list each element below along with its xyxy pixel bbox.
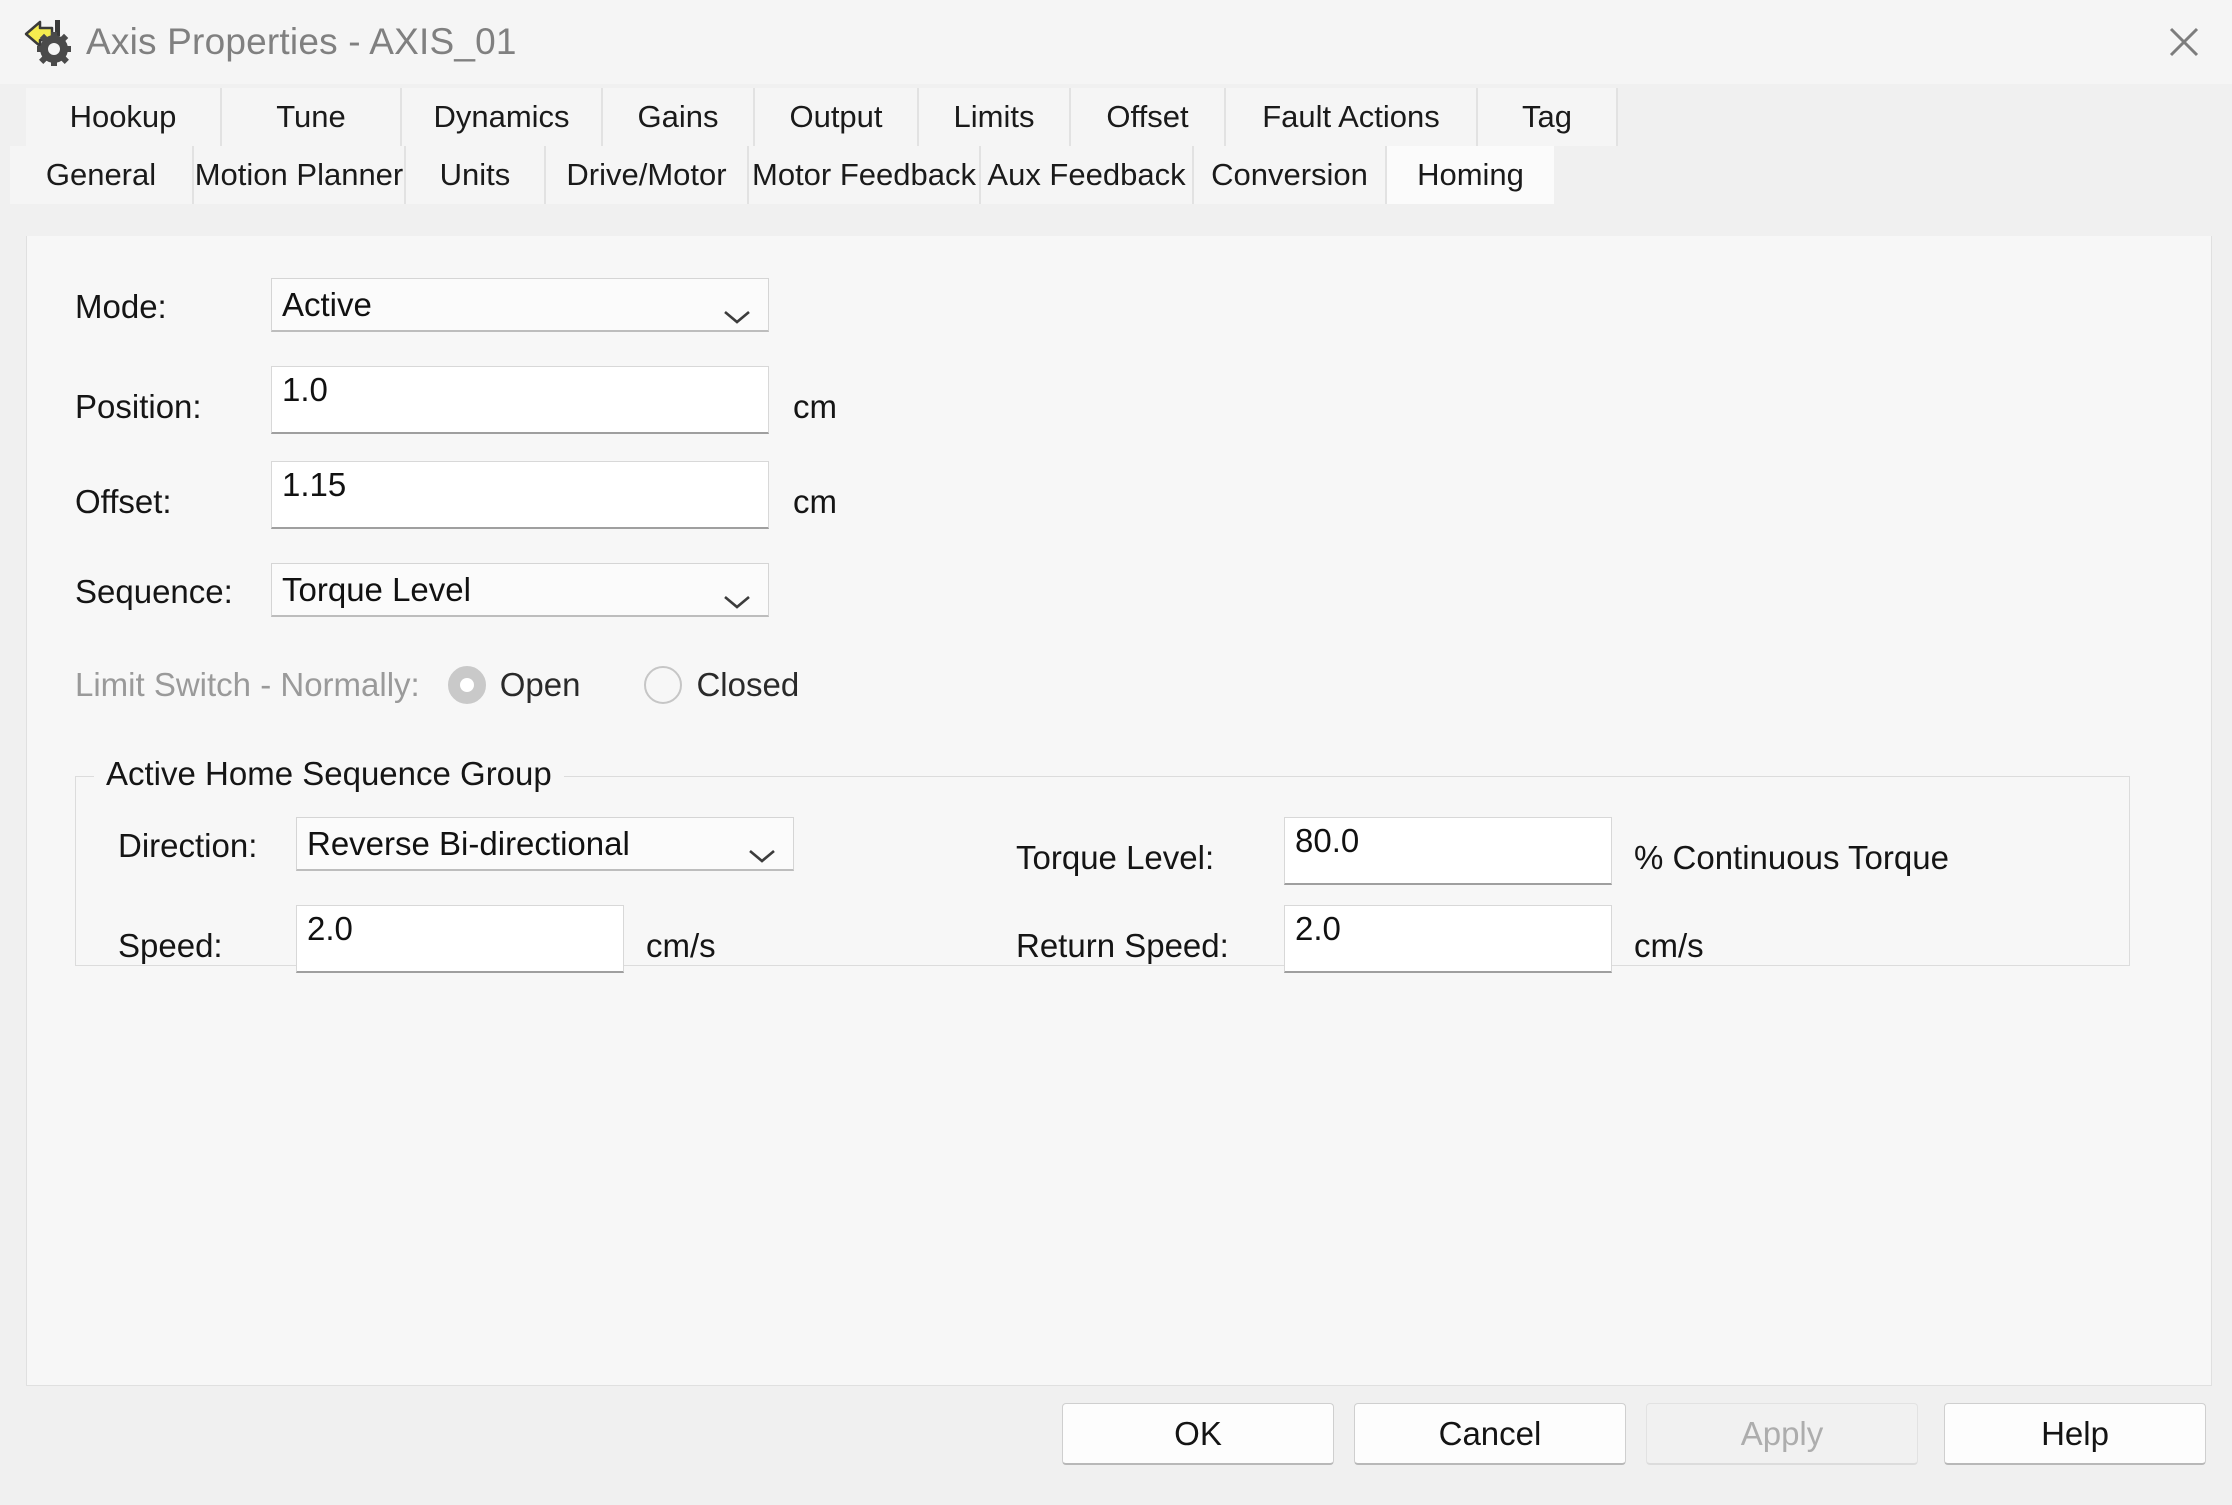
title-bar: Axis Properties - AXIS_01 bbox=[0, 0, 2232, 84]
ok-button[interactable]: OK bbox=[1062, 1403, 1334, 1465]
axis-gear-icon bbox=[22, 16, 74, 68]
radio-open-indicator[interactable] bbox=[447, 666, 486, 704]
torque-level-row: Torque Level: 80.0 % Continuous Torque bbox=[1016, 817, 1949, 885]
chevron-down-icon bbox=[722, 581, 752, 609]
return-speed-label: Return Speed: bbox=[1016, 927, 1229, 964]
speed-input[interactable]: 2.0 bbox=[296, 905, 624, 973]
sequence-value: Torque Level bbox=[282, 570, 471, 608]
cancel-button[interactable]: Cancel bbox=[1354, 1403, 1626, 1465]
chevron-down-icon bbox=[722, 296, 752, 324]
direction-value: Reverse Bi-directional bbox=[307, 824, 630, 862]
tab-output[interactable]: Output bbox=[755, 88, 919, 146]
position-unit: cm bbox=[793, 388, 837, 425]
torque-level-unit: % Continuous Torque bbox=[1634, 839, 1949, 876]
radio-closed[interactable]: Closed bbox=[644, 666, 799, 704]
tab-gains[interactable]: Gains bbox=[603, 88, 755, 146]
sequence-row: Sequence: Torque Level bbox=[75, 563, 769, 617]
radio-open-label: Open bbox=[499, 666, 581, 703]
tab-offset[interactable]: Offset bbox=[1071, 88, 1226, 146]
offset-input[interactable]: 1.15 bbox=[271, 461, 769, 529]
offset-row: Offset: 1.15 cm bbox=[75, 461, 837, 529]
tab-general[interactable]: General bbox=[10, 146, 194, 204]
direction-select[interactable]: Reverse Bi-directional bbox=[296, 817, 794, 871]
apply-button: Apply bbox=[1646, 1403, 1918, 1465]
tab-conversion[interactable]: Conversion bbox=[1194, 146, 1387, 204]
position-label: Position: bbox=[75, 388, 202, 425]
return-speed-input[interactable]: 2.0 bbox=[1284, 905, 1612, 973]
tab-units[interactable]: Units bbox=[406, 146, 546, 204]
tab-aux-feedback[interactable]: Aux Feedback bbox=[981, 146, 1194, 204]
tab-row-2: General Motion Planner Units Drive/Motor… bbox=[0, 146, 2232, 204]
active-home-sequence-group: Active Home Sequence Group Direction: Re… bbox=[75, 755, 2130, 973]
limit-switch-label: Limit Switch - Normally: bbox=[75, 666, 420, 703]
dialog-footer: OK Cancel Apply Help bbox=[0, 1386, 2232, 1505]
tab-dynamics[interactable]: Dynamics bbox=[402, 88, 603, 146]
position-input[interactable]: 1.0 bbox=[271, 366, 769, 434]
speed-unit: cm/s bbox=[646, 927, 716, 964]
tab-homing[interactable]: Homing bbox=[1387, 146, 1554, 204]
mode-label: Mode: bbox=[75, 288, 167, 325]
radio-closed-label: Closed bbox=[696, 666, 800, 703]
tab-limits[interactable]: Limits bbox=[919, 88, 1071, 146]
offset-label: Offset: bbox=[75, 483, 172, 520]
tab-fault-actions[interactable]: Fault Actions bbox=[1226, 88, 1478, 146]
sequence-select[interactable]: Torque Level bbox=[271, 563, 769, 617]
mode-value: Active bbox=[282, 285, 372, 323]
mode-row: Mode: Active bbox=[75, 278, 769, 332]
tab-drive-motor[interactable]: Drive/Motor bbox=[546, 146, 749, 204]
tab-tune[interactable]: Tune bbox=[222, 88, 402, 146]
radio-closed-indicator[interactable] bbox=[644, 666, 683, 704]
mode-select[interactable]: Active bbox=[271, 278, 769, 332]
axis-properties-dialog: Axis Properties - AXIS_01 Hookup Tune Dy… bbox=[0, 0, 2232, 1505]
close-icon[interactable] bbox=[2136, 0, 2232, 84]
group-title: Active Home Sequence Group bbox=[94, 755, 564, 793]
limit-switch-row: Limit Switch - Normally: Open Closed bbox=[75, 666, 799, 704]
speed-label: Speed: bbox=[118, 927, 223, 964]
direction-row: Direction: Reverse Bi-directional bbox=[118, 817, 794, 871]
offset-unit: cm bbox=[793, 483, 837, 520]
tab-motion-planner[interactable]: Motion Planner bbox=[194, 146, 406, 204]
tab-row-1: Hookup Tune Dynamics Gains Output Limits… bbox=[0, 88, 2232, 146]
chevron-down-icon bbox=[747, 835, 777, 863]
tab-motor-feedback[interactable]: Motor Feedback bbox=[749, 146, 981, 204]
speed-row: Speed: 2.0 cm/s bbox=[118, 905, 716, 973]
torque-level-label: Torque Level: bbox=[1016, 839, 1215, 876]
return-speed-row: Return Speed: 2.0 cm/s bbox=[1016, 905, 1704, 973]
tab-hookup[interactable]: Hookup bbox=[26, 88, 222, 146]
radio-open[interactable]: Open bbox=[447, 666, 581, 704]
tab-tag[interactable]: Tag bbox=[1478, 88, 1618, 146]
window-title: Axis Properties - AXIS_01 bbox=[86, 21, 517, 62]
position-row: Position: 1.0 cm bbox=[75, 366, 837, 434]
torque-level-input[interactable]: 80.0 bbox=[1284, 817, 1612, 885]
homing-panel: Mode: Active Position: 1.0 cm Offset: 1.… bbox=[26, 236, 2212, 1386]
direction-label: Direction: bbox=[118, 827, 258, 864]
return-speed-unit: cm/s bbox=[1634, 927, 1704, 964]
help-button[interactable]: Help bbox=[1944, 1403, 2206, 1465]
tab-strip: Hookup Tune Dynamics Gains Output Limits… bbox=[0, 84, 2232, 204]
sequence-label: Sequence: bbox=[75, 573, 233, 610]
